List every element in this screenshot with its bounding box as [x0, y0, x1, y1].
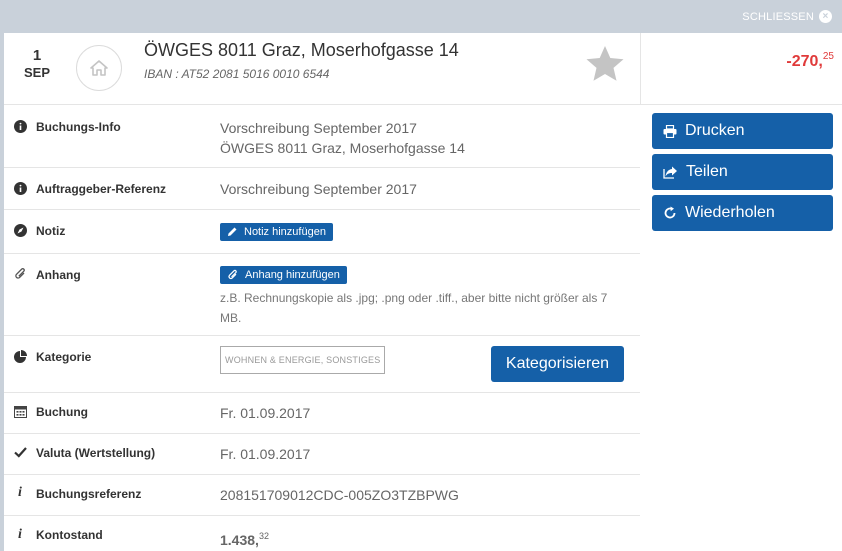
- kontostand-value: 1.438,32: [220, 531, 269, 548]
- paperclip-icon: [15, 268, 25, 279]
- date-month: SEP: [23, 65, 50, 80]
- category-tag[interactable]: WOHNEN & ENERGIE, SONSTIGES: [220, 346, 386, 374]
- close-label: SCHLIESSEN: [742, 10, 814, 23]
- buchungsinfo-line1: Vorschreibung September 2017: [220, 120, 417, 136]
- info-i-icon: i: [18, 485, 22, 500]
- row-valuta: Valuta (Wertstellung) Fr. 01.09.2017: [4, 434, 640, 475]
- pie-chart-icon: [14, 350, 27, 363]
- valuta-value: Fr. 01.09.2017: [220, 446, 311, 462]
- categorize-button[interactable]: Kategorisieren: [491, 346, 624, 382]
- attachment-hint: z.B. Rechnungskopie als .jpg; .png oder …: [220, 291, 608, 325]
- top-bar: SCHLIESSEN ×: [0, 0, 842, 33]
- transaction-amount: -270,25: [786, 51, 834, 70]
- share-button[interactable]: Teilen: [652, 154, 833, 190]
- close-icon[interactable]: ×: [819, 10, 832, 23]
- print-button[interactable]: Drucken: [652, 113, 833, 149]
- row-buchung: Buchung Fr. 01.09.2017: [4, 393, 640, 434]
- share-label: Teilen: [686, 163, 728, 180]
- repeat-icon: [664, 206, 676, 219]
- notiz-value: Notiz hinzufügen: [220, 222, 333, 242]
- buchungsreferenz-value: 208151709012CDC-005ZO3TZBPWG: [220, 487, 459, 503]
- row-referenz: Auftraggeber-Referenz Vorschreibung Sept…: [4, 168, 640, 210]
- kategorie-label: Kategorie: [36, 350, 92, 364]
- row-buchungsreferenz: i Buchungsreferenz 208151709012CDC-005ZO…: [4, 475, 640, 516]
- anhang-value: Anhang hinzufügen z.B. Rechnungskopie al…: [220, 266, 620, 328]
- paperclip-icon: [228, 269, 237, 280]
- favorite-star-icon[interactable]: [585, 45, 625, 88]
- kategorie-value: WOHNEN & ENERGIE, SONSTIGES: [220, 346, 386, 374]
- notiz-label: Notiz: [36, 224, 66, 238]
- buchungsinfo-value: Vorschreibung September 2017 ÖWGES 8011 …: [220, 118, 465, 158]
- anhang-label: Anhang: [36, 268, 81, 282]
- buchungsreferenz-label: Buchungsreferenz: [36, 487, 142, 501]
- calendar-icon: [14, 406, 27, 418]
- buchung-value: Fr. 01.09.2017: [220, 405, 311, 421]
- detail-list: Buchungs-Info Vorschreibung September 20…: [4, 106, 640, 551]
- add-attachment-label: Anhang hinzufügen: [245, 269, 340, 281]
- row-kategorie: Kategorie WOHNEN & ENERGIE, SONSTIGES Ka…: [4, 336, 640, 393]
- buchung-label: Buchung: [36, 405, 88, 419]
- buchungsinfo-line2: ÖWGES 8011 Graz, Moserhofgasse 14: [220, 140, 465, 156]
- referenz-label: Auftraggeber-Referenz: [36, 182, 167, 196]
- close-button[interactable]: SCHLIESSEN ×: [742, 10, 832, 23]
- pencil-icon: [228, 227, 237, 236]
- add-attachment-button[interactable]: Anhang hinzufügen: [220, 266, 347, 284]
- action-buttons: Drucken Teilen Wiederholen: [652, 113, 833, 236]
- booking-date-badge: 1 SEP: [22, 47, 52, 80]
- kontostand-label: Kontostand: [36, 528, 103, 542]
- row-anhang: Anhang Anhang hinzufügen z.B. Rechnungsk…: [4, 254, 640, 336]
- info-i-icon: i: [18, 527, 22, 542]
- print-label: Drucken: [685, 122, 745, 139]
- printer-icon: [663, 124, 677, 138]
- category-avatar: [76, 45, 122, 91]
- info-circle-icon: [14, 182, 27, 195]
- repeat-label: Wiederholen: [685, 204, 775, 221]
- add-note-label: Notiz hinzufügen: [244, 225, 326, 238]
- amount-cell: -270,25: [640, 33, 842, 105]
- row-buchungsinfo: Buchungs-Info Vorschreibung September 20…: [4, 106, 640, 168]
- row-notiz: Notiz Notiz hinzufügen: [4, 210, 640, 254]
- transaction-iban: IBAN : AT52 2081 5016 0010 6544: [144, 67, 330, 81]
- checkmark-icon: [14, 447, 27, 458]
- valuta-label: Valuta (Wertstellung): [36, 446, 156, 460]
- info-circle-icon: [14, 120, 27, 133]
- home-icon: [90, 60, 108, 76]
- repeat-button[interactable]: Wiederholen: [652, 195, 833, 231]
- buchungsinfo-label: Buchungs-Info: [36, 120, 121, 134]
- share-icon: [663, 166, 677, 179]
- transaction-title: ÖWGES 8011 Graz, Moserhofgasse 14: [144, 40, 459, 60]
- row-kontostand: i Kontostand 1.438,32: [4, 516, 640, 551]
- add-note-button[interactable]: Notiz hinzufügen: [220, 222, 333, 241]
- transaction-header: 1 SEP ÖWGES 8011 Graz, Moserhofgasse 14 …: [4, 33, 640, 105]
- compass-icon: [14, 224, 27, 237]
- date-day: 1: [32, 47, 42, 64]
- referenz-value: Vorschreibung September 2017: [220, 181, 417, 197]
